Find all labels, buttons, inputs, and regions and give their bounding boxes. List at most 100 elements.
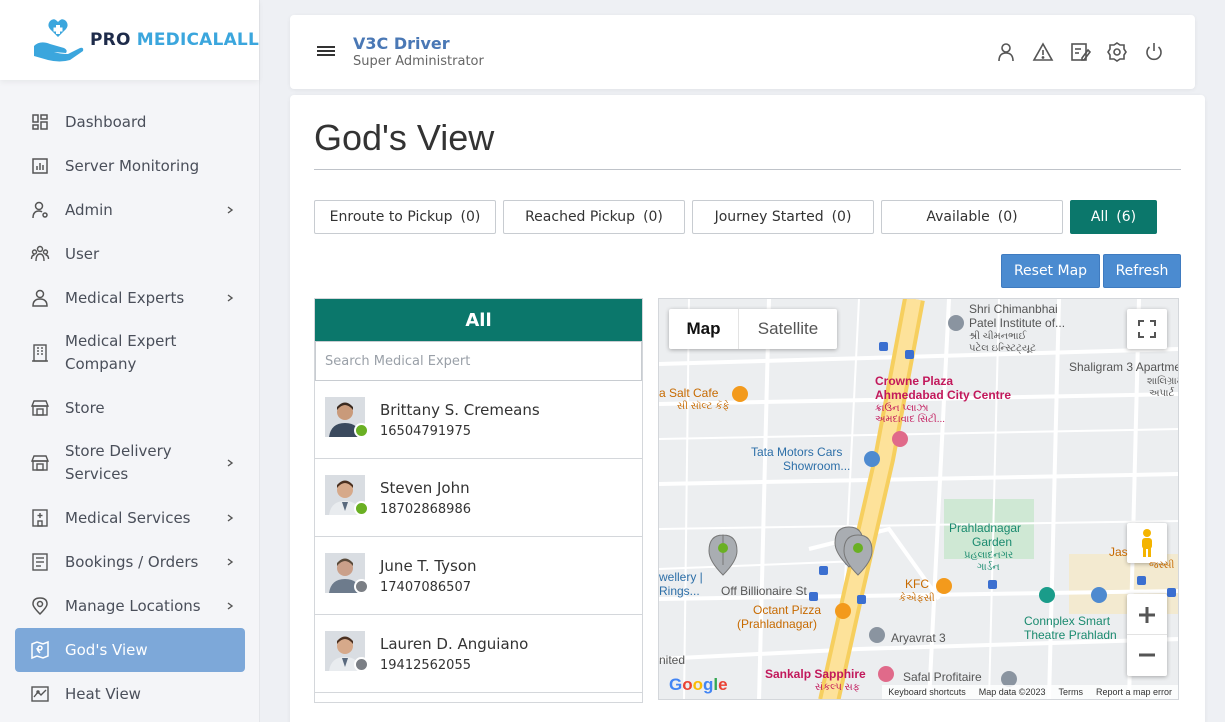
chevron-right-icon (227, 459, 234, 467)
sidebar-label: Bookings / Orders (65, 552, 199, 571)
sidebar-item-gods-view[interactable]: God's View (15, 628, 245, 672)
filter-label: Enroute to Pickup (329, 209, 453, 225)
report-error-link[interactable]: Report a map error (1096, 687, 1172, 697)
map-label: a Salt Cafe (659, 386, 719, 400)
map-label: Ahmedabad City Centre (875, 388, 1012, 402)
zoom-out-button[interactable] (1127, 635, 1167, 675)
user-icon[interactable] (995, 41, 1017, 63)
list-icon (32, 553, 48, 571)
filter-reached-pickup[interactable]: Reached Pickup (0) (503, 200, 685, 234)
sidebar-item-admin[interactable]: Admin (15, 198, 245, 222)
sidebar-label: God's View (65, 640, 148, 659)
search-input[interactable] (315, 341, 642, 381)
filter-label: Journey Started (714, 209, 824, 225)
map-label: સી સૉલ્ટ કૅફે (677, 401, 730, 412)
map-label: Crowne Plaza (875, 374, 954, 388)
sidebar-item-heat-view[interactable]: Heat View (15, 682, 245, 706)
brand-name: PRO MEDICALALL (90, 30, 259, 50)
alert-icon[interactable] (1032, 41, 1054, 63)
expert-phone: 16504791975 (380, 424, 471, 439)
map-tab-satellite[interactable]: Satellite (739, 309, 837, 349)
sidebar-item-dashboard[interactable]: Dashboard (15, 110, 245, 134)
sidebar-label: Dashboard (65, 112, 147, 131)
edit-icon[interactable] (1069, 41, 1091, 63)
sidebar-label: Admin (65, 200, 113, 219)
list-item[interactable]: Brittany S. Cremeans 16504791975 (315, 381, 642, 459)
google-logo: Google (669, 675, 728, 694)
filter-enroute-to-pickup[interactable]: Enroute to Pickup (0) (314, 200, 496, 234)
map-type-toggle: Map Satellite (669, 309, 837, 349)
expert-phone: 17407086507 (380, 580, 471, 595)
map-label: nited (659, 653, 686, 667)
map-footer: Keyboard shortcuts Map data ©2023 Terms … (882, 685, 1178, 699)
chevron-right-icon (227, 514, 234, 522)
settings-icon[interactable] (1106, 41, 1128, 63)
filter-count: (0) (997, 209, 1018, 225)
map-label: અમદાવાદ સિટી... (875, 414, 946, 425)
expert-name: Brittany S. Cremeans (380, 401, 540, 419)
list-header: All (315, 299, 642, 341)
store-icon (30, 455, 50, 471)
list-item[interactable]: Steven John 18702868986 (315, 459, 642, 537)
map-label: Patel Institute of... (969, 316, 1066, 330)
map-view[interactable]: Map Satellite Shri Chimanbhai Patel Inst… (658, 298, 1179, 700)
page-title: God's View (314, 117, 495, 158)
map-label: કેએફસી (899, 593, 935, 604)
power-icon[interactable] (1143, 41, 1165, 63)
fullscreen-button[interactable] (1127, 309, 1167, 349)
sidebar: PRO MEDICALALL Dashboard Server Monitori… (0, 0, 260, 722)
map-label: wellery | (659, 570, 703, 584)
map-label: Garden (972, 535, 1013, 549)
street-view-button[interactable] (1127, 523, 1167, 563)
chart-icon (32, 158, 48, 174)
map-tab-map[interactable]: Map (669, 309, 739, 349)
filter-available[interactable]: Available (0) (881, 200, 1063, 234)
brand-pro: PRO (90, 30, 131, 50)
map-label: Sankalp Sapphire (765, 667, 866, 681)
sidebar-item-user[interactable]: User (15, 242, 245, 266)
location-icon (32, 597, 48, 616)
map-label: Shri Chimanbhai (969, 302, 1058, 316)
refresh-button[interactable]: Refresh (1103, 254, 1181, 288)
sidebar-item-store[interactable]: Store (15, 396, 245, 420)
list-item[interactable]: Lauren D. Anguiano 19412562055 (315, 615, 642, 693)
zoom-controls (1127, 594, 1167, 676)
fullscreen-icon (1138, 320, 1156, 338)
filter-count: (6) (1116, 209, 1137, 225)
list-item[interactable]: June T. Tyson 17407086507 (315, 537, 642, 615)
filter-all[interactable]: All (6) (1070, 200, 1157, 234)
map-label: Jas (1109, 545, 1128, 559)
sidebar-item-medical-experts[interactable]: Medical Experts (15, 286, 245, 310)
filter-journey-started[interactable]: Journey Started (0) (692, 200, 874, 234)
minus-icon (1139, 653, 1155, 657)
sidebar-item-manage-locations[interactable]: Manage Locations (15, 594, 245, 618)
expert-name: June T. Tyson (380, 557, 477, 575)
users-icon (30, 245, 50, 262)
terms-link[interactable]: Terms (1058, 687, 1083, 697)
filter-label: All (1090, 209, 1109, 225)
sidebar-label: Store (65, 398, 105, 417)
menu-icon[interactable] (316, 43, 336, 59)
keyboard-shortcuts-link[interactable]: Keyboard shortcuts (888, 687, 966, 697)
zoom-in-button[interactable] (1127, 595, 1167, 635)
admin-icon (32, 201, 48, 219)
map-icon (31, 640, 49, 660)
reset-map-button[interactable]: Reset Map (1001, 254, 1100, 288)
status-online-icon (354, 501, 369, 516)
sidebar-item-medical-services[interactable]: Medical Services (15, 506, 245, 530)
map-label: Tata Motors Cars (751, 445, 843, 459)
sidebar-item-store-delivery-services[interactable]: Store Delivery Services (15, 440, 245, 486)
filter-label: Available (926, 209, 990, 225)
sidebar-item-server-monitoring[interactable]: Server Monitoring (15, 154, 245, 178)
chevron-right-icon (227, 558, 234, 566)
filter-count: (0) (831, 209, 852, 225)
brand[interactable]: PRO MEDICALALL (0, 0, 259, 80)
sidebar-item-bookings-orders[interactable]: Bookings / Orders (15, 550, 245, 574)
map-label: Rings... (659, 584, 700, 598)
top-header: V3C Driver Super Administrator (290, 15, 1195, 89)
map-label: Theatre Prahladn (1024, 628, 1117, 642)
pegman-icon (1142, 529, 1152, 557)
expert-phone: 19412562055 (380, 658, 471, 673)
sidebar-item-medical-expert-company[interactable]: Medical Expert Company (15, 330, 245, 376)
chevron-right-icon (227, 602, 234, 610)
